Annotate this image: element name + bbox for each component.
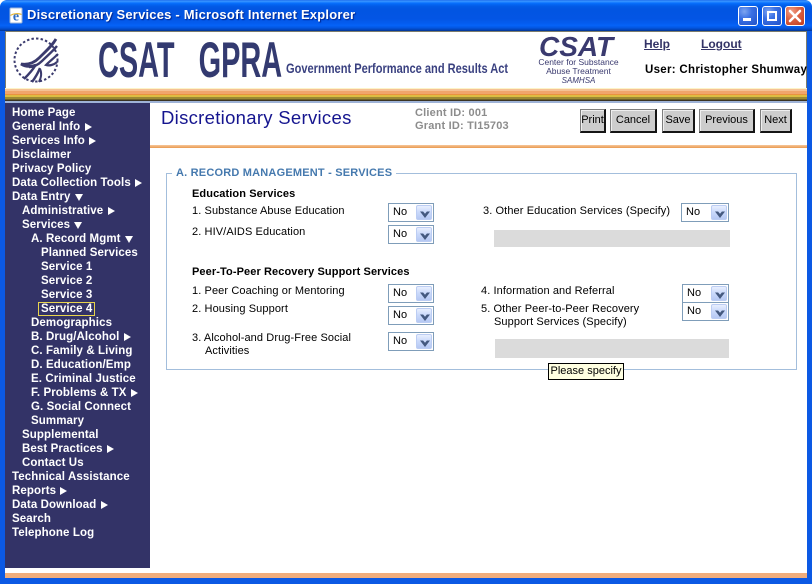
- svg-text:e: e: [13, 10, 19, 25]
